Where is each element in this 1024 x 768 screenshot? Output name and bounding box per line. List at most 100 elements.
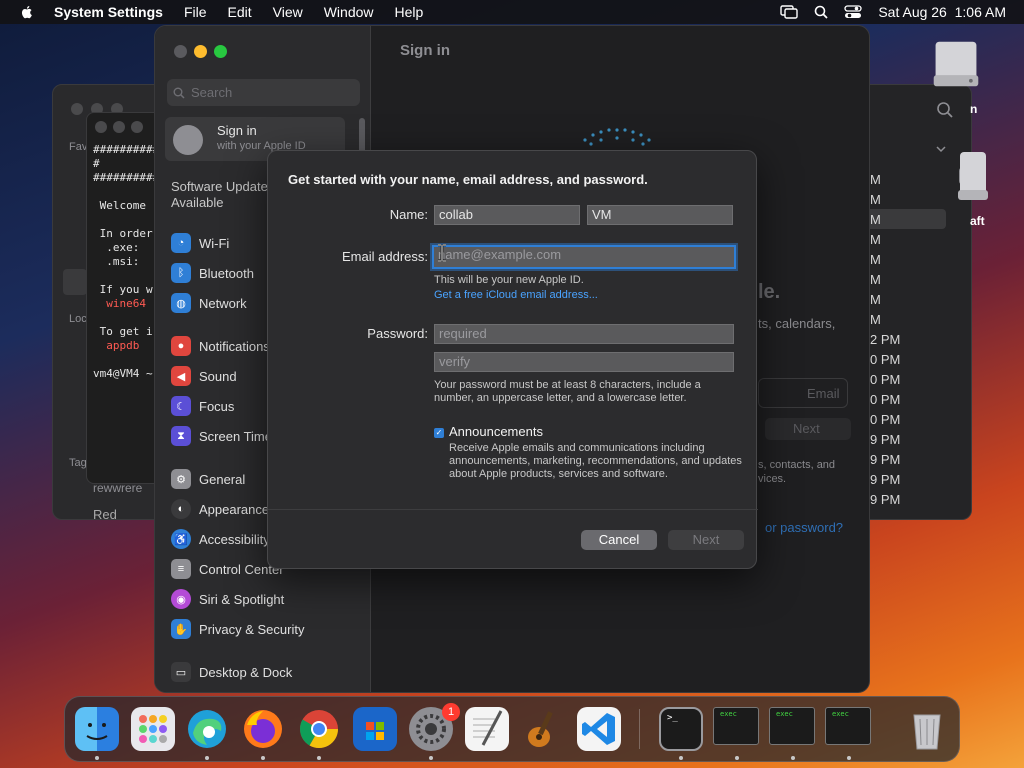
dialog-title: Get started with your name, email addres… <box>288 172 648 187</box>
edge-icon[interactable] <box>185 707 229 751</box>
list-item[interactable]: M <box>870 290 900 310</box>
launchpad-icon[interactable] <box>131 707 175 751</box>
faint-email-button[interactable]: Email <box>758 378 848 408</box>
trash-icon[interactable] <box>905 707 949 751</box>
text-cursor-icon <box>438 244 446 262</box>
search-placeholder: Search <box>191 85 233 100</box>
sidebar-selected-item[interactable] <box>63 269 87 295</box>
first-name-field[interactable]: collab <box>434 205 580 225</box>
list-item[interactable]: M <box>870 270 900 290</box>
sidebar-label-locations: Loc <box>69 313 87 325</box>
cancel-button[interactable]: Cancel <box>581 530 657 550</box>
sidebar-item-network[interactable]: ◍ Network <box>171 293 247 313</box>
sidebar-item-screen-time[interactable]: ⧗ Screen Time <box>171 426 272 446</box>
running-indicator <box>95 756 99 760</box>
list-item[interactable]: 9 PM <box>870 450 900 470</box>
faint-next-button[interactable]: Next <box>765 418 851 440</box>
password-field[interactable]: required <box>434 324 734 344</box>
vscode-icon[interactable] <box>577 707 621 751</box>
terminal-minimize-button[interactable] <box>113 121 125 133</box>
icloud-email-link[interactable]: Get a free iCloud email address... <box>434 289 598 301</box>
sidebar-item-sound[interactable]: ◀ Sound <box>171 366 237 386</box>
search-icon[interactable] <box>936 101 954 119</box>
screen-mirroring-icon[interactable] <box>780 5 799 19</box>
sidebar-item-siri[interactable]: ◉ Siri & Spotlight <box>171 589 284 609</box>
announcements-label[interactable]: Announcements <box>449 424 543 439</box>
terminal-zoom-button[interactable] <box>131 121 143 133</box>
desktop-disk-2[interactable]: aft <box>954 148 990 228</box>
sidebar-item-appearance[interactable]: ◐ Appearance <box>171 499 269 519</box>
list-item[interactable]: M <box>870 310 900 330</box>
next-button[interactable]: Next <box>668 530 744 550</box>
list-item[interactable]: 9 PM <box>870 430 900 450</box>
terminal-close-button[interactable] <box>95 121 107 133</box>
list-item[interactable]: M <box>870 170 900 190</box>
running-indicator <box>261 756 265 760</box>
garageband-icon[interactable] <box>521 707 565 751</box>
exec-icon[interactable]: exec <box>825 707 871 745</box>
tag-red[interactable]: Red <box>93 507 117 522</box>
exec-icon[interactable]: exec <box>769 707 815 745</box>
email-label: Email address: <box>342 249 428 264</box>
dialog-divider <box>268 509 758 510</box>
sidebar-item-privacy[interactable]: ✋ Privacy & Security <box>171 619 304 639</box>
verify-password-field[interactable]: verify <box>434 352 734 372</box>
menu-edit[interactable]: Edit <box>228 4 252 20</box>
name-label: Name: <box>389 207 428 222</box>
list-item[interactable]: 0 PM <box>870 410 900 430</box>
textedit-icon[interactable] <box>465 707 509 751</box>
accessibility-icon: ♿ <box>171 529 191 549</box>
sidebar-item-desktop-dock[interactable]: ▭ Desktop & Dock <box>171 662 292 682</box>
list-item[interactable]: 0 PM <box>870 390 900 410</box>
microsoft-store-icon[interactable] <box>353 707 397 751</box>
finder-icon[interactable] <box>75 707 119 751</box>
list-item[interactable]: M <box>870 250 900 270</box>
sidebar-item-accessibility[interactable]: ♿ Accessibility <box>171 529 270 549</box>
list-item[interactable]: 9 PM <box>870 470 900 490</box>
software-update-notice[interactable]: Software Update Available <box>171 179 271 211</box>
terminal-output[interactable]: ########## # ########## Welcome In order… <box>93 143 159 381</box>
list-item[interactable]: M <box>870 190 900 210</box>
menu-window[interactable]: Window <box>324 4 374 20</box>
desktop-disk-1[interactable]: n <box>930 36 982 116</box>
announcements-checkbox[interactable]: ✓ <box>434 428 444 438</box>
forgot-password-link[interactable]: or password? <box>765 520 843 535</box>
create-apple-id-dialog: Get started with your name, email addres… <box>267 150 758 569</box>
apple-logo-icon[interactable] <box>19 4 35 20</box>
sidebar-item-focus[interactable]: ☾ Focus <box>171 396 234 416</box>
menu-app-name[interactable]: System Settings <box>54 4 163 20</box>
sidebar-item-bluetooth[interactable]: ᛒ Bluetooth <box>171 263 254 283</box>
list-item[interactable]: M <box>870 210 900 230</box>
chrome-icon[interactable] <box>297 707 341 751</box>
list-item[interactable]: 0 PM <box>870 370 900 390</box>
menu-view[interactable]: View <box>273 4 303 20</box>
list-item[interactable]: 0 PM <box>870 350 900 370</box>
siri-icon: ◉ <box>171 589 191 609</box>
email-field[interactable]: name@example.com <box>432 245 736 269</box>
bell-icon: ● <box>171 336 191 356</box>
exec-icon[interactable]: exec <box>713 707 759 745</box>
window-close-button[interactable] <box>174 45 187 58</box>
control-center-icon[interactable] <box>844 5 862 19</box>
menu-help[interactable]: Help <box>395 4 424 20</box>
window-zoom-button[interactable] <box>214 45 227 58</box>
search-field[interactable]: Search <box>167 79 360 106</box>
sidebar-item-general[interactable]: ⚙ General <box>171 469 245 489</box>
list-item[interactable]: M <box>870 230 900 250</box>
clock[interactable]: Sat Aug 26 1:06 AM <box>878 4 1006 20</box>
terminal-icon[interactable]: >_ <box>659 707 703 751</box>
appearance-icon: ◐ <box>171 499 191 519</box>
list-item[interactable]: 9 PM <box>870 490 900 510</box>
sidebar-item-wifi[interactable]: ◔ Wi-Fi <box>171 233 229 253</box>
list-item[interactable]: 2 PM <box>870 330 900 350</box>
firefox-icon[interactable] <box>241 707 285 751</box>
window-minimize-button[interactable] <box>194 45 207 58</box>
last-name-field[interactable]: VM <box>587 205 733 225</box>
globe-icon: ◍ <box>171 293 191 313</box>
running-indicator <box>847 756 851 760</box>
menu-file[interactable]: File <box>184 4 207 20</box>
search-icon[interactable] <box>814 5 828 19</box>
window-close-button[interactable] <box>71 103 83 115</box>
sidebar-item-notifications[interactable]: ● Notifications <box>171 336 270 356</box>
chevron-down-icon[interactable] <box>936 145 946 153</box>
